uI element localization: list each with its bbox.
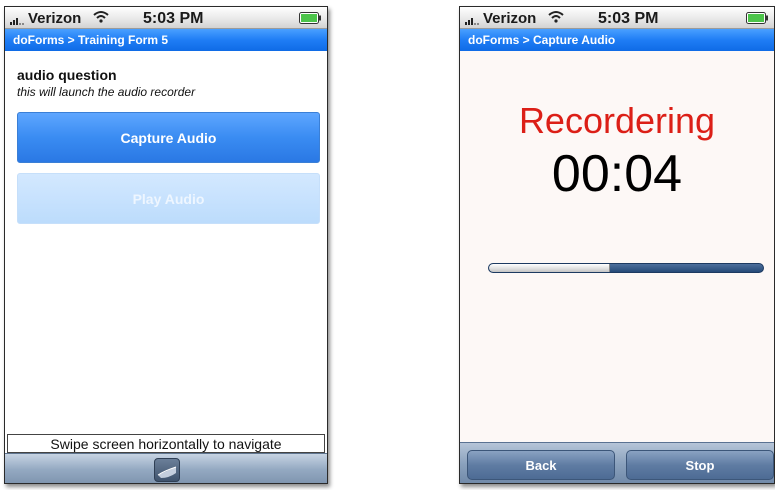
question-title: audio question	[17, 67, 117, 83]
swipe-hint: Swipe screen horizontally to navigate	[7, 434, 325, 453]
nav-title-bar: doForms > Training Form 5	[5, 29, 327, 51]
question-hint: this will launch the audio recorder	[17, 85, 196, 99]
nav-title-bar: doForms > Capture Audio	[460, 29, 774, 51]
recording-status: Recordering	[518, 100, 716, 141]
status-time: 5:03 PM	[598, 10, 659, 27]
carrier-name: Verizon	[28, 10, 82, 27]
status-bar: Verizon 5:03 PM	[5, 7, 327, 29]
capture-audio-button[interactable]: Capture Audio	[17, 112, 320, 163]
recorder-toolbar: Back Stop	[460, 442, 774, 483]
status-time: 5:03 PM	[143, 10, 204, 27]
wifi-icon	[548, 11, 564, 23]
battery-icon	[299, 12, 321, 24]
status-bar: Verizon 5:03 PM	[460, 7, 774, 29]
signal-strength-icon	[465, 18, 479, 25]
battery-icon	[746, 12, 768, 24]
phone-screen-recorder: Verizon 5:03 PM doForms > Capture Audio …	[459, 6, 775, 484]
bottom-toolbar	[5, 453, 327, 483]
carrier-name: Verizon	[483, 10, 537, 27]
stop-button[interactable]: Stop	[626, 450, 774, 480]
phone-screen-form: Verizon 5:03 PM doForms > Training Form …	[4, 6, 328, 484]
recording-timer: 00:04	[551, 145, 683, 203]
recording-progress-fill	[489, 264, 610, 272]
page-curl-icon[interactable]	[154, 458, 180, 482]
recording-progress-bar	[488, 263, 764, 273]
play-audio-button[interactable]: Play Audio	[17, 173, 320, 224]
signal-strength-icon	[10, 18, 24, 25]
wifi-icon	[93, 11, 109, 23]
back-button[interactable]: Back	[467, 450, 615, 480]
